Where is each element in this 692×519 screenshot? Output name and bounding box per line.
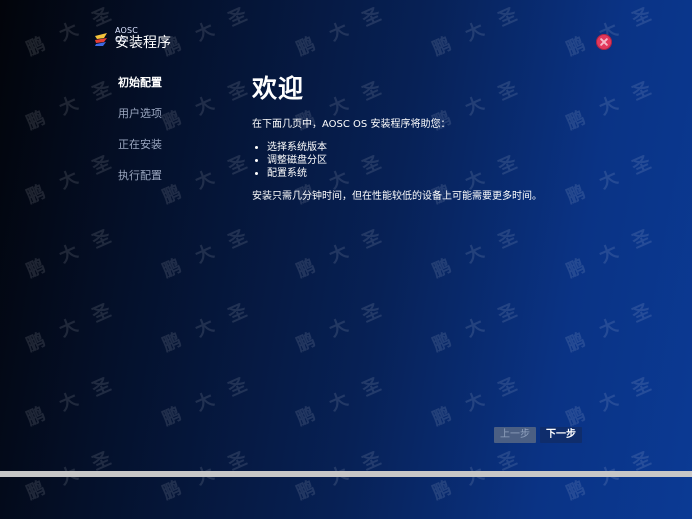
progress-fill <box>0 471 692 477</box>
back-button[interactable]: 上一步 <box>494 427 536 443</box>
watermark-text: 鹏大圣 <box>429 440 537 505</box>
welcome-page: 欢迎 在下面几页中，AOSC OS 安装程序将助您： 选择系统版本 调整磁盘分区… <box>252 73 652 203</box>
install-time-note: 安装只需几分钟时间，但在性能较低的设备上可能需要更多时间。 <box>252 191 542 202</box>
watermark-text: 鹏大圣 <box>23 440 131 505</box>
progress-bar <box>0 471 692 477</box>
watermark-text: 鹏大圣 <box>23 218 131 283</box>
step-post-config: 执行配置 <box>118 169 162 182</box>
watermark-text: 鹏大圣 <box>159 440 267 505</box>
feature-item: 调整磁盘分区 <box>267 154 652 167</box>
intro-text: 在下面几页中，AOSC OS 安装程序将助您： <box>252 119 451 130</box>
page-title: 欢迎 <box>252 74 305 103</box>
watermark-text: 鹏大圣 <box>23 366 131 431</box>
watermark-text: 鹏大圣 <box>159 0 267 61</box>
watermark-text: 鹏大圣 <box>429 366 537 431</box>
watermark-text: 鹏大圣 <box>429 218 537 283</box>
watermark-text: 鹏大圣 <box>23 144 131 209</box>
watermark-text: 鹏大圣 <box>563 0 671 61</box>
installer-window: 鹏大圣 鹏大圣 鹏大圣 鹏大圣 鹏大圣 鹏大圣 鹏大圣 鹏大圣 鹏大圣 鹏大圣 … <box>0 0 692 519</box>
navigation-buttons: 上一步 下一步 <box>494 427 582 443</box>
watermark-text: 鹏大圣 <box>429 292 537 357</box>
watermark-text: 鹏大圣 <box>159 218 267 283</box>
step-installing: 正在安装 <box>118 138 162 151</box>
watermark-text: 鹏大圣 <box>293 440 401 505</box>
step-initial-config: 初始配置 <box>118 76 162 89</box>
watermark-text: 鹏大圣 <box>563 440 671 505</box>
watermark-text: 鹏大圣 <box>293 366 401 431</box>
watermark-text: 鹏大圣 <box>293 292 401 357</box>
watermark-text: 鹏大圣 <box>159 366 267 431</box>
watermark-text: 鹏大圣 <box>293 218 401 283</box>
watermark-text: 鹏大圣 <box>563 366 671 431</box>
watermark-text: 鹏大圣 <box>563 218 671 283</box>
watermark-text: 鹏大圣 <box>563 292 671 357</box>
step-user-options: 用户选项 <box>118 107 162 120</box>
feature-item: 选择系统版本 <box>267 141 652 154</box>
watermark-text: 鹏大圣 <box>23 292 131 357</box>
feature-item: 配置系统 <box>267 167 652 180</box>
watermark-text: 鹏大圣 <box>429 0 537 61</box>
aosc-logo-icon <box>95 33 107 46</box>
next-button[interactable]: 下一步 <box>540 427 582 443</box>
watermark-text: 鹏大圣 <box>23 70 131 135</box>
installer-steps: 初始配置 用户选项 正在安装 执行配置 <box>118 76 208 200</box>
watermark-text: 鹏大圣 <box>159 292 267 357</box>
watermark-text: 鹏大圣 <box>293 0 401 61</box>
close-button[interactable] <box>596 34 612 50</box>
app-title: 安装程序 <box>115 35 171 51</box>
feature-list: 选择系统版本 调整磁盘分区 配置系统 <box>252 141 652 180</box>
